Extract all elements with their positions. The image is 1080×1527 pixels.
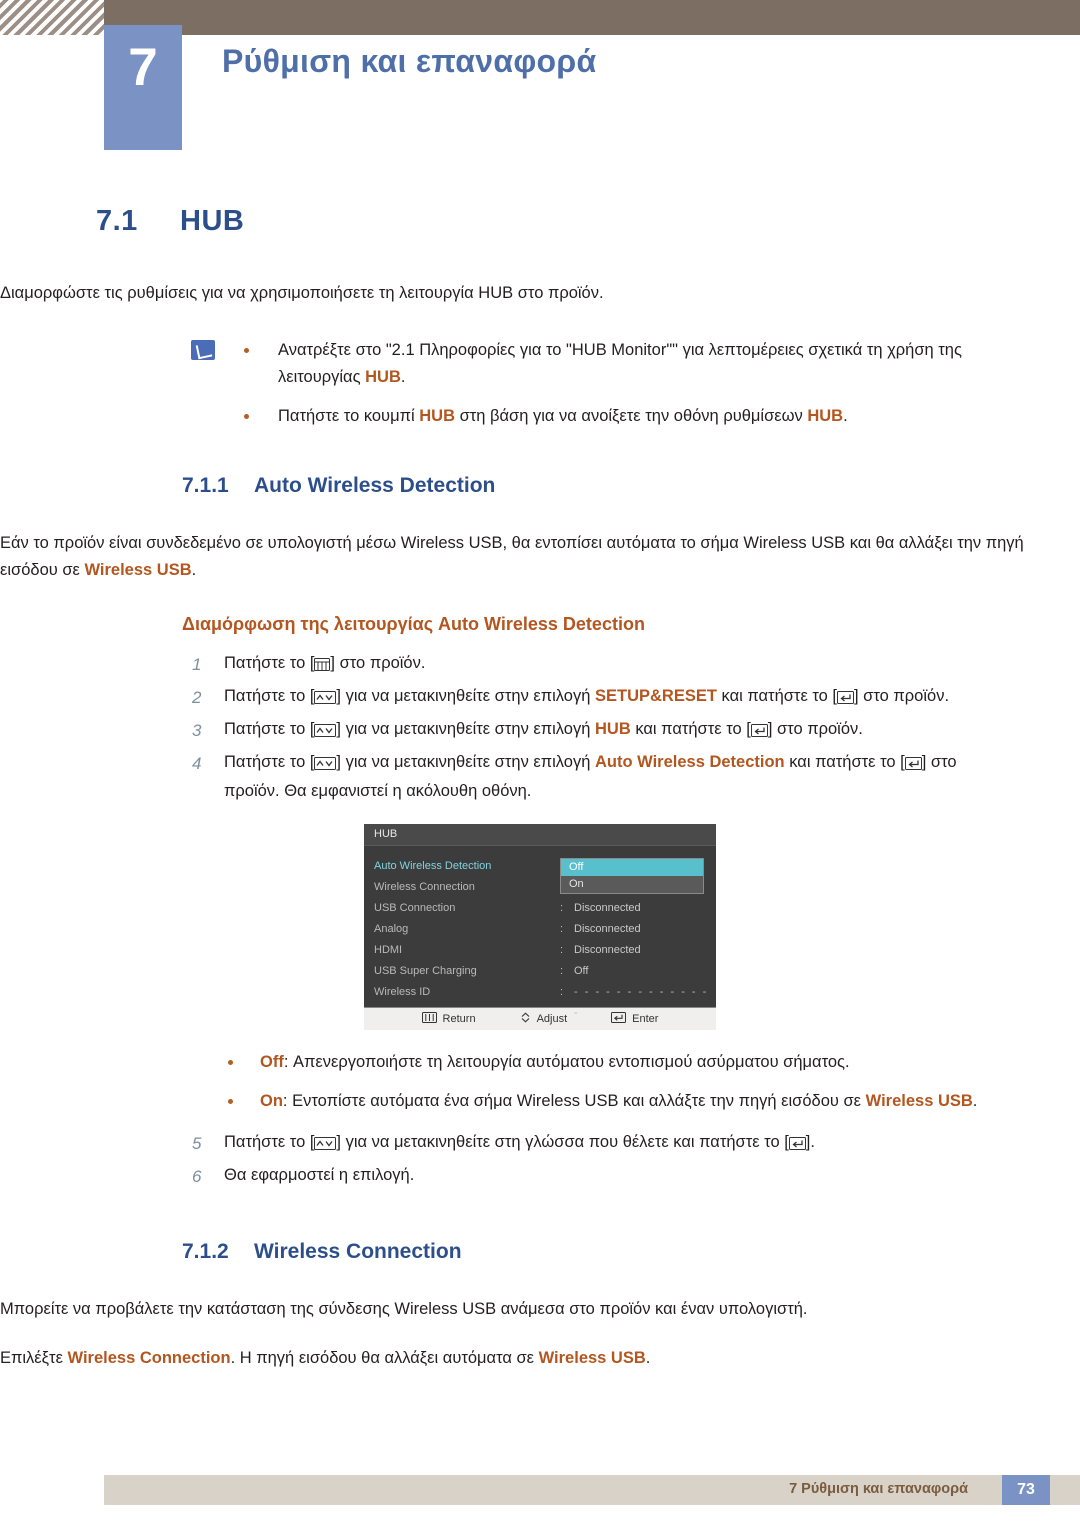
enter-key-icon (837, 691, 855, 704)
subsection-711-number: 7.1.1 (182, 474, 229, 497)
osd-row-value: Off (574, 965, 589, 977)
osd-row-colon: : (560, 965, 564, 977)
osd-footer-return-label: Return (442, 1013, 476, 1025)
steps-list: Πατήστε το [] στο προϊόν. Πατήστε το [] … (0, 649, 1080, 806)
updown-key-icon (314, 691, 337, 704)
updown-key-icon (314, 1137, 337, 1150)
osd-row-label: USB Connection (374, 902, 456, 914)
osd-row[interactable]: USB Super Charging : Off (364, 961, 716, 982)
osd-row-label: USB Super Charging (374, 965, 477, 977)
osd-dropdown-option-off[interactable]: Off (561, 859, 703, 876)
footer-chapter-text: 7 Ρύθμιση και επαναφορά (789, 1481, 968, 1497)
updown-key-icon (314, 757, 337, 770)
chapter-number: 7 (128, 38, 158, 97)
menu-key-icon (314, 658, 331, 671)
list-item: Πατήστε το [] για να μετακινηθείτε στη γ… (192, 1129, 815, 1158)
osd-row[interactable]: Wireless ID : - - - - - - - - - - - - - … (364, 982, 716, 1019)
subsection-712-title: 7.1.2 Wireless Connection (182, 1240, 1080, 1264)
osd-row[interactable]: Auto Wireless Detection : Off On (364, 856, 716, 894)
subsection-711-title-text: Auto Wireless Detection (254, 474, 496, 497)
osd-footer-adjust[interactable]: Adjust (520, 1012, 568, 1026)
osd-row-label: Wireless Connection (374, 881, 475, 893)
enter-key-icon (904, 757, 922, 770)
updown-key-icon (314, 724, 337, 737)
osd-row-label: Analog (374, 923, 409, 935)
note-block: Ανατρέξτε στο "2.1 Πληροφορίες για το "H… (0, 337, 1080, 430)
osd-row[interactable]: HDMI : Disconnected (364, 940, 716, 961)
section-number: 7.1 (96, 205, 138, 237)
subsection-711-title: 7.1.1 Auto Wireless Detection (182, 474, 1080, 498)
page-footer: 7 Ρύθμιση και επαναφορά 73 (0, 1475, 1080, 1527)
osd-row-value: Disconnected (574, 923, 641, 935)
section-intro: Διαμορφώστε τις ρυθμίσεις για να χρησιμο… (0, 284, 604, 302)
osd-row-colon: : (560, 902, 564, 914)
menu-key-icon (421, 1012, 437, 1026)
header-bar (104, 0, 1080, 35)
list-item: Πατήστε το [] στο προϊόν. (192, 650, 426, 679)
osd-body: Auto Wireless Detection : Off On Wireles… (364, 846, 716, 1019)
osd-row-colon: : (560, 923, 564, 935)
list-item: Πατήστε το [] για να μετακινηθείτε στην … (192, 716, 863, 745)
page-content: 7.1 HUB Διαμορφώστε τις ρυθμίσεις για να … (0, 205, 1080, 1372)
section-title: 7.1 HUB (96, 205, 1080, 238)
enter-key-icon (750, 724, 768, 737)
subsection-711-paragraph: Εάν το προϊόν είναι συνδεδεμένο σε υπολο… (0, 534, 1024, 579)
osd-screenshot: HUB Auto Wireless Detection : Off On Wir… (364, 824, 716, 1030)
osd-row-label: Wireless ID (374, 986, 431, 998)
list-item: On: Εντοπίστε αυτόματα ένα σήμα Wireless… (228, 1087, 998, 1116)
updown-arrow-icon (520, 1012, 531, 1026)
section-title-text: HUB (180, 205, 245, 237)
osd-footer-adjust-label: Adjust (536, 1013, 568, 1025)
orange-heading: Διαμόρφωση της λειτουργίας Auto Wireless… (182, 614, 645, 634)
osd-options-list: Off: Απενεργοποιήστε τη λειτουργία αυτόμ… (0, 1048, 1080, 1116)
list-item: Ανατρέξτε στο "2.1 Πληροφορίες για το "H… (244, 337, 998, 391)
note-bullet-list: Ανατρέξτε στο "2.1 Πληροφορίες για το "H… (0, 337, 1080, 430)
osd-row-label: Auto Wireless Detection (374, 860, 492, 872)
osd-row[interactable]: Analog : Disconnected (364, 919, 716, 940)
chapter-title: Ρύθμιση και επαναφορά (222, 43, 597, 79)
enter-key-icon (788, 1137, 806, 1150)
subsection-712-title-text: Wireless Connection (254, 1240, 462, 1263)
osd-footer-return[interactable]: Return (421, 1012, 476, 1026)
osd-row-value: Disconnected (574, 944, 641, 956)
note-pencil-icon (191, 340, 215, 360)
list-item: Πατήστε το [] για να μετακινηθείτε στην … (192, 749, 957, 800)
subsection-712-number: 7.1.2 (182, 1240, 229, 1263)
steps-list-continued: Πατήστε το [] για να μετακινηθείτε στη γ… (0, 1128, 1080, 1191)
osd-row-colon: : (560, 986, 564, 998)
list-item: Πατήστε το κουμπί HUB στη βάση για να αν… (244, 403, 998, 430)
list-item: Off: Απενεργοποιήστε τη λειτουργία αυτόμ… (228, 1048, 998, 1077)
header-hatch-decoration (0, 0, 104, 35)
subsection-712-paragraph: Μπορείτε να προβάλετε την κατάσταση της … (0, 1300, 808, 1318)
osd-dropdown[interactable]: Off On (560, 858, 704, 894)
subsection-712-paragraph2: Επιλέξτε Wireless Connection. Η πηγή εισ… (0, 1349, 651, 1367)
osd-row-colon: : (560, 944, 564, 956)
osd-row-value: Disconnected (574, 902, 641, 914)
list-item: Θα εφαρμοστεί η επιλογή. (192, 1162, 415, 1191)
osd-row-label: HDMI (374, 944, 403, 956)
list-item: Πατήστε το [] για να μετακινηθείτε στην … (192, 683, 950, 712)
osd-dropdown-option-on[interactable]: On (561, 876, 703, 893)
osd-title: HUB (364, 824, 716, 846)
osd-row-value: - - - - - - - - - - - - - - (574, 986, 709, 1019)
footer-page-number: 73 (1002, 1475, 1050, 1505)
osd-row[interactable]: USB Connection : Disconnected (364, 898, 716, 919)
